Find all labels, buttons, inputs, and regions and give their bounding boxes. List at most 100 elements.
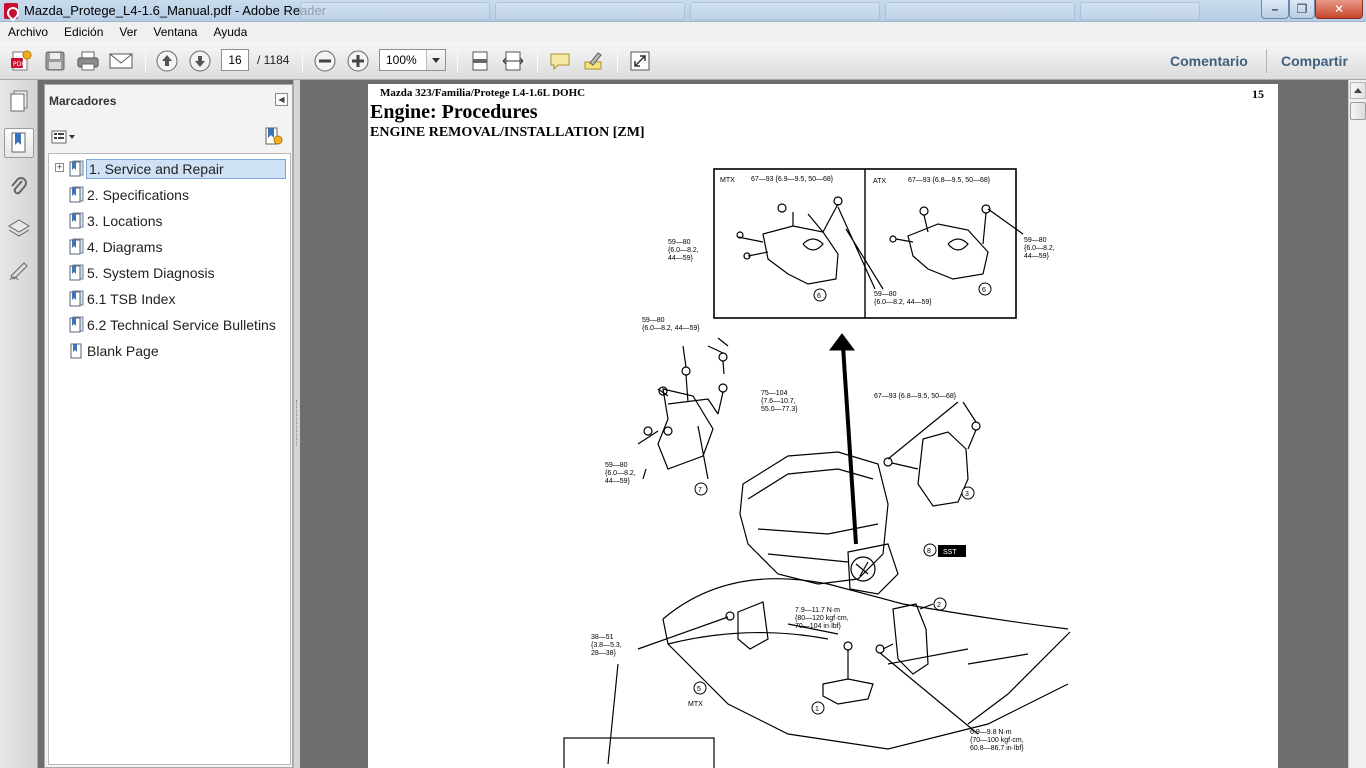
print-button[interactable] bbox=[75, 48, 101, 74]
fit-page-icon bbox=[472, 51, 488, 71]
email-icon bbox=[109, 53, 133, 69]
scroll-up-button[interactable] bbox=[1350, 82, 1366, 99]
bookmark-item-tsb-index[interactable]: 6.1 TSB Index bbox=[49, 287, 290, 311]
menu-edicion[interactable]: Edición bbox=[64, 25, 103, 39]
bookmark-item-blank-page[interactable]: Blank Page bbox=[49, 339, 290, 363]
svg-text:PDF: PDF bbox=[13, 61, 25, 68]
zoom-dropdown-button[interactable] bbox=[426, 50, 445, 70]
create-pdf-button[interactable]: PDF bbox=[8, 48, 34, 74]
read-mode-icon bbox=[630, 51, 650, 71]
menu-archivo[interactable]: Archivo bbox=[8, 25, 48, 39]
read-mode-button[interactable] bbox=[627, 48, 653, 74]
zoom-select[interactable]: 100% bbox=[379, 49, 446, 71]
bookmark-label: Blank Page bbox=[87, 343, 159, 359]
label-left2-3: 44—59} bbox=[605, 478, 631, 485]
bookmark-label: 2. Specifications bbox=[87, 187, 189, 203]
next-page-button[interactable] bbox=[187, 48, 213, 74]
label-top-torque-1: 59—80 bbox=[642, 317, 665, 324]
label-right-torque-3: 44—59} bbox=[1024, 253, 1050, 260]
expand-icon[interactable]: + bbox=[55, 163, 64, 172]
callout-7: 7 bbox=[698, 487, 702, 494]
bookmark-icon bbox=[69, 264, 84, 281]
signatures-panel-button[interactable] bbox=[4, 256, 34, 286]
label-top-torque-2: {6.0—8.2, 44—59} bbox=[642, 325, 700, 332]
chevron-up-icon bbox=[1354, 88, 1362, 93]
navigation-rail bbox=[0, 80, 38, 768]
label-mid-torque-1: 59—80 bbox=[874, 291, 897, 298]
bookmark-label: 3. Locations bbox=[87, 213, 163, 229]
fit-width-icon bbox=[502, 51, 524, 71]
bookmark-label: 1. Service and Repair bbox=[86, 159, 286, 179]
attachments-panel-button[interactable] bbox=[4, 172, 34, 202]
comment-panel-link[interactable]: Comentario bbox=[1170, 53, 1248, 69]
comment-icon bbox=[550, 53, 570, 71]
vertical-scrollbar[interactable] bbox=[1348, 80, 1366, 768]
highlight-button[interactable] bbox=[580, 48, 606, 74]
label-mtx-torque: 67—93 {6.9—9.5, 50—68} bbox=[751, 176, 834, 183]
new-bookmark-button[interactable] bbox=[263, 126, 285, 148]
create-pdf-icon: PDF bbox=[11, 50, 32, 71]
maximize-button[interactable]: ❐ bbox=[1289, 0, 1315, 19]
print-icon bbox=[77, 51, 99, 71]
chevron-left-icon: ◀ bbox=[278, 95, 285, 104]
label-left-torque-1: 59—80 bbox=[668, 239, 691, 246]
collapse-panel-button[interactable]: ◀ bbox=[275, 93, 288, 106]
bookmark-item-system-diagnosis[interactable]: 5. System Diagnosis bbox=[49, 261, 290, 285]
label-69-1: 6.9—9.8 N·m bbox=[970, 729, 1012, 736]
comment-button[interactable] bbox=[547, 48, 573, 74]
bookmark-label: 5. System Diagnosis bbox=[87, 265, 215, 281]
callout-6b: 6 bbox=[982, 287, 986, 294]
taskbar-background-tabs bbox=[300, 2, 1200, 20]
signatures-icon bbox=[9, 262, 28, 281]
label-mid-torque-2: {6.0—8.2, 44—59} bbox=[874, 299, 932, 306]
previous-page-button[interactable] bbox=[154, 48, 180, 74]
scroll-thumb[interactable] bbox=[1350, 102, 1366, 120]
label-mtx-bottom: MTX bbox=[688, 701, 703, 708]
email-button[interactable] bbox=[108, 48, 134, 74]
label-right-torque-1: 59—80 bbox=[1024, 237, 1047, 244]
next-page-icon bbox=[189, 50, 211, 72]
fit-width-button[interactable] bbox=[500, 48, 526, 74]
zoom-in-button[interactable] bbox=[345, 48, 371, 74]
label-69-2: {70—100 kgf·cm, bbox=[970, 737, 1024, 744]
minimize-button[interactable]: – bbox=[1261, 0, 1289, 19]
share-panel-link[interactable]: Compartir bbox=[1281, 53, 1348, 69]
pages-panel-button[interactable] bbox=[4, 86, 34, 116]
bookmarks-icon bbox=[11, 132, 26, 153]
zoom-out-button[interactable] bbox=[312, 48, 338, 74]
bookmark-options-button[interactable] bbox=[51, 128, 77, 146]
panel-title: Marcadores bbox=[49, 94, 117, 108]
zoom-out-icon bbox=[314, 50, 336, 72]
label-38-1: 38—51 bbox=[591, 634, 614, 641]
menu-ayuda[interactable]: Ayuda bbox=[213, 25, 247, 39]
close-button[interactable]: ✕ bbox=[1315, 0, 1363, 19]
document-view[interactable]: Mazda 323/Familia/Protege L4-1.6L DOHC 1… bbox=[300, 80, 1348, 768]
fit-page-button[interactable] bbox=[467, 48, 493, 74]
save-button[interactable] bbox=[42, 48, 68, 74]
title-bar: Mazda_Protege_L4-1.6_Manual.pdf - Adobe … bbox=[0, 0, 1366, 22]
menu-ver[interactable]: Ver bbox=[119, 25, 137, 39]
window-title: Mazda_Protege_L4-1.6_Manual.pdf - Adobe … bbox=[24, 3, 327, 18]
toolbar: PDF bbox=[0, 42, 1366, 80]
label-right-torque-2: {6.0—8.2, bbox=[1024, 245, 1055, 252]
layers-panel-button[interactable] bbox=[4, 214, 34, 244]
bookmark-item-locations[interactable]: 3. Locations bbox=[49, 209, 290, 233]
callout-8: 8 bbox=[927, 548, 931, 555]
page-number-input[interactable]: 16 bbox=[221, 49, 249, 71]
maximize-icon: ❐ bbox=[1296, 2, 1308, 16]
bookmark-item-diagrams[interactable]: 4. Diagrams bbox=[49, 235, 290, 259]
label-atx-torque: 67—93 {6.8—9.5, 50—68} bbox=[908, 177, 991, 184]
menu-ventana[interactable]: Ventana bbox=[153, 25, 197, 39]
label-75-3: 55.0—77.3} bbox=[761, 406, 798, 413]
bookmarks-panel: Marcadores ◀ + 1. Service and Repair 2. … bbox=[44, 84, 293, 768]
bookmark-item-service-and-repair[interactable]: + 1. Service and Repair bbox=[49, 157, 290, 181]
bookmark-label: 6.1 TSB Index bbox=[87, 291, 176, 307]
label-38-2: {3.8—5.3, bbox=[591, 642, 622, 649]
new-bookmark-icon bbox=[265, 127, 283, 145]
bookmark-item-specifications[interactable]: 2. Specifications bbox=[49, 183, 290, 207]
bookmarks-panel-button[interactable] bbox=[4, 128, 34, 158]
bookmark-item-technical-service-bulletins[interactable]: 6.2 Technical Service Bulletins bbox=[49, 313, 290, 337]
label-75-1: 75—104 bbox=[761, 390, 788, 397]
label-79-1: 7.9—11.7 N·m bbox=[795, 607, 840, 614]
panel-splitter[interactable] bbox=[293, 80, 300, 768]
